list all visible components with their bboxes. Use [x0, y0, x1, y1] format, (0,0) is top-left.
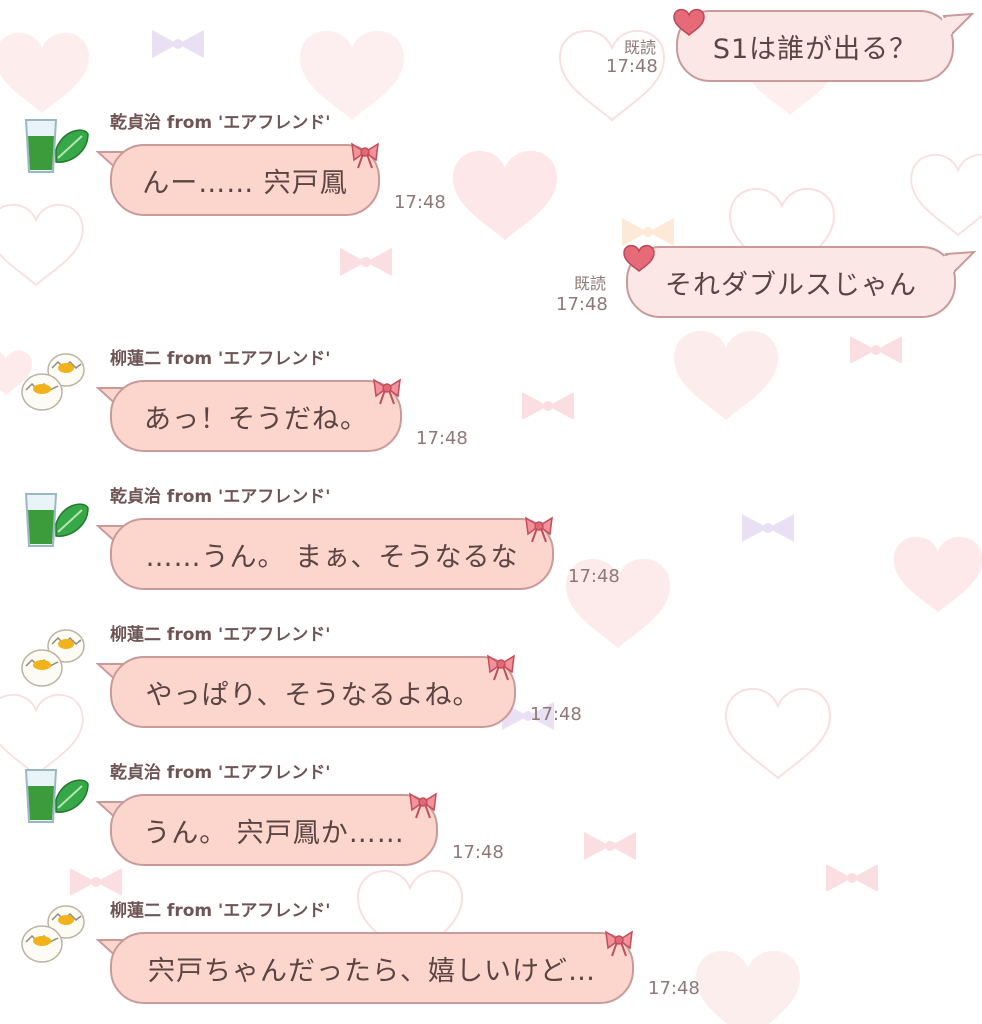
message-text: あっ！そうだね。: [144, 403, 368, 435]
bubble-tail: [942, 12, 974, 36]
message-bubble[interactable]: んー…… 宍戸鳳: [110, 144, 380, 216]
ribbon-icon: [373, 378, 401, 405]
message-time: 17:48: [394, 192, 446, 213]
message-time: 17:48: [416, 428, 468, 449]
message-bubble[interactable]: ……うん。 まぁ、そうなるな: [110, 518, 554, 590]
message-bubble[interactable]: それダブルスじゃん: [626, 246, 956, 318]
green-juice-icon[interactable]: [18, 486, 92, 554]
message-bubble[interactable]: あっ！そうだね。: [110, 380, 402, 452]
heart-sticker-icon: [673, 8, 705, 36]
sender-name: 乾貞治 from 'エアフレンド': [110, 487, 331, 507]
message-text: 宍戸ちゃんだったら、嬉しいけど…: [148, 955, 596, 987]
read-receipt: 既読: [574, 274, 607, 293]
ribbon-icon: [487, 654, 515, 681]
bubble-tail: [944, 250, 976, 274]
message-bubble[interactable]: うん。 宍戸鳳か……: [110, 794, 438, 866]
sender-name: 柳蓮二 from 'エアフレンド': [110, 901, 331, 921]
message-bubble[interactable]: やっぱり、そうなるよね。: [110, 656, 516, 728]
message-text: ……うん。 まぁ、そうなるな: [145, 541, 519, 573]
message-bubble[interactable]: S1は誰が出る？: [676, 10, 954, 82]
message-text: んー…… 宍戸鳳: [142, 167, 348, 199]
sender-name: 柳蓮二 from 'エアフレンド': [110, 625, 331, 645]
ribbon-icon: [525, 516, 553, 543]
message-text: やっぱり、そうなるよね。: [145, 679, 481, 711]
sender-name: 乾貞治 from 'エアフレンド': [110, 113, 331, 133]
ribbon-icon: [351, 142, 379, 169]
message-time: 17:48: [530, 704, 582, 725]
message-bubble[interactable]: 宍戸ちゃんだったら、嬉しいけど…: [110, 932, 634, 1004]
green-juice-icon[interactable]: [18, 762, 92, 830]
message-time: 17:48: [648, 978, 700, 999]
message-text: S1は誰が出る？: [712, 33, 918, 65]
message-time: 17:48: [452, 842, 504, 863]
cracked-eggs-icon[interactable]: [18, 624, 92, 692]
message-time: 17:48: [556, 294, 608, 315]
ribbon-icon: [605, 930, 633, 957]
message-text: うん。 宍戸鳳か……: [143, 817, 405, 849]
cracked-eggs-icon[interactable]: [18, 900, 92, 968]
read-receipt: 既読: [624, 38, 657, 57]
green-juice-icon[interactable]: [18, 112, 92, 180]
sender-name: 乾貞治 from 'エアフレンド': [110, 763, 331, 783]
sender-name: 柳蓮二 from 'エアフレンド': [110, 349, 331, 369]
heart-sticker-icon: [623, 244, 655, 272]
message-time: 17:48: [606, 56, 658, 77]
cracked-eggs-icon[interactable]: [18, 348, 92, 416]
ribbon-icon: [409, 792, 437, 819]
message-time: 17:48: [568, 566, 620, 587]
message-text: それダブルスじゃん: [665, 269, 917, 301]
